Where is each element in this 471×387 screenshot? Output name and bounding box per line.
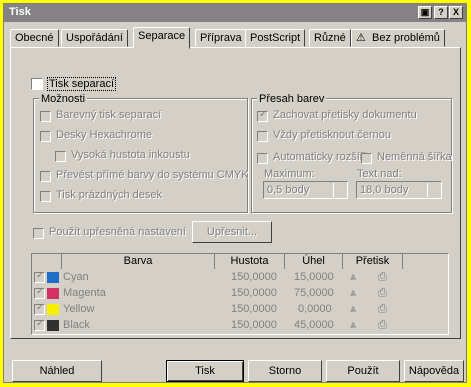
tab-obecne[interactable]: Obecné <box>10 29 59 47</box>
apply-button[interactable]: Použít <box>326 360 400 382</box>
print-empty-plates-checkbox[interactable] <box>40 191 51 202</box>
preserve-overprints-checkbox[interactable] <box>257 109 268 122</box>
window-menu-icon[interactable]: ▣ <box>418 6 432 19</box>
tab-priprava[interactable]: Příprava <box>195 29 247 47</box>
hexachrome-label: Desky Hexachrome <box>56 129 152 141</box>
print-button[interactable]: Tisk <box>166 360 244 382</box>
table-header-angle[interactable]: Úhel <box>285 254 343 269</box>
overprint-fill-icon[interactable]: ⩓ <box>350 303 356 316</box>
cancel-button[interactable]: Storno <box>248 360 322 382</box>
warning-icon: ⚠ <box>356 32 366 44</box>
auto-spread-label: Automaticky rozšířit <box>273 151 369 163</box>
row-name: Black <box>63 319 90 331</box>
overprint-outline-icon[interactable]: ⎙ <box>378 271 387 284</box>
color-separations-label: Barevný tisk separací <box>56 109 162 121</box>
table-row[interactable]: Cyan 150,0000 15,0000 ⩓ ⎙ <box>32 270 448 285</box>
tab-ruzne[interactable]: Různé <box>309 29 351 47</box>
table-row[interactable]: Magenta 150,0000 75,0000 ⩓ ⎙ <box>32 286 448 301</box>
row-checkbox[interactable] <box>34 286 45 299</box>
tab-bez-problemu[interactable]: ⚠ Bez problémů <box>351 29 445 47</box>
row-checkbox[interactable] <box>34 270 45 283</box>
advanced-settings-checkbox[interactable] <box>33 228 44 239</box>
row-density: 150,0000 <box>231 271 277 283</box>
separations-panel: Tisk separací Možnosti Barevný tisk sepa… <box>10 47 461 339</box>
text-over-label: Text nad: <box>357 168 402 180</box>
close-icon[interactable]: X <box>449 6 463 19</box>
preserve-overprints-label: Zachovat přetisky dokumentu <box>273 109 417 121</box>
advanced-button[interactable]: Upřesnit... <box>192 221 272 243</box>
color-swatch <box>47 288 59 299</box>
text-over-spinner[interactable]: 18,0 body <box>356 181 442 199</box>
print-button-label: Tisk <box>195 365 215 377</box>
convert-spot-checkbox[interactable] <box>40 171 51 182</box>
overprint-outline-icon[interactable]: ⎙ <box>378 287 387 300</box>
tab-bez-problemu-label: Bez problémů <box>372 32 440 44</box>
cancel-button-label: Storno <box>268 365 302 377</box>
row-checkbox[interactable] <box>34 318 45 331</box>
row-angle: 45,0000 <box>294 319 334 331</box>
color-swatch <box>47 304 59 315</box>
maximum-value: 0,5 body <box>267 184 310 196</box>
apply-button-label: Použít <box>347 365 379 377</box>
row-density: 150,0000 <box>231 303 277 315</box>
title-bar: Tisk ▣ ? X <box>4 4 466 22</box>
color-swatch <box>47 272 59 283</box>
advanced-settings-label: Použít upřesněná nastavení <box>49 226 186 238</box>
always-overprint-black-checkbox[interactable] <box>257 131 268 142</box>
table-header-color[interactable]: Barva <box>62 254 215 269</box>
row-angle: 15,0000 <box>294 271 334 283</box>
overprint-fill-icon[interactable]: ⩓ <box>350 287 356 300</box>
row-angle: 75,0000 <box>294 287 334 299</box>
table-row[interactable]: Black 150,0000 45,0000 ⩓ ⎙ <box>32 318 448 333</box>
text-over-spin-arrows-icon[interactable] <box>427 183 440 197</box>
print-dialog: Tisk ▣ ? X Obecné Uspořádání Separace Př… <box>3 3 467 383</box>
help-icon[interactable]: ? <box>434 6 448 19</box>
convert-spot-label: Převést přímé barvy do systému CMYK <box>56 169 249 181</box>
options-group-title: Možnosti <box>39 93 88 105</box>
high-density-checkbox[interactable] <box>55 151 66 162</box>
preview-button-label: Náhled <box>39 365 75 377</box>
high-density-label: Vysoká hustota inkoustu <box>71 149 190 161</box>
tab-postscript[interactable]: PostScript <box>245 29 306 47</box>
hexachrome-checkbox[interactable] <box>40 131 51 142</box>
row-density: 150,0000 <box>231 319 277 331</box>
color-swatch <box>47 320 59 331</box>
trapping-group-title: Přesah barev <box>257 93 327 105</box>
table-header-overprint[interactable]: Přetisk <box>343 254 403 269</box>
maximum-spin-arrows-icon[interactable] <box>333 183 346 197</box>
maximum-spinner[interactable]: 0,5 body <box>263 181 348 199</box>
fixed-width-label: Neměnná šířka <box>377 151 452 163</box>
maximum-label: Maximum: <box>264 168 315 180</box>
print-separations-label: Tisk separací <box>47 77 117 91</box>
table-header-density[interactable]: Hustota <box>215 254 285 269</box>
help-button-label: Nápověda <box>408 365 460 377</box>
always-overprint-black-label: Vždy přetisknout černou <box>273 129 392 141</box>
help-button[interactable]: Nápověda <box>404 360 464 382</box>
row-density: 150,0000 <box>231 287 277 299</box>
tab-usporadani[interactable]: Uspořádání <box>61 29 128 47</box>
color-separations-checkbox[interactable] <box>40 111 51 122</box>
separations-table: Barva Hustota Úhel Přetisk Cyan 150,0000… <box>31 253 449 335</box>
overprint-fill-icon[interactable]: ⩓ <box>350 271 356 284</box>
print-empty-plates-label: Tisk prázdných desek <box>56 189 162 201</box>
row-name: Cyan <box>63 271 89 283</box>
row-name: Yellow <box>63 303 95 315</box>
auto-spread-checkbox[interactable] <box>257 153 268 164</box>
fixed-width-checkbox[interactable] <box>361 153 372 164</box>
text-over-value: 18,0 body <box>360 184 409 196</box>
row-name: Magenta <box>63 287 106 299</box>
overprint-outline-icon[interactable]: ⎙ <box>378 303 387 316</box>
window-title: Tisk <box>9 6 31 18</box>
row-angle: 0,0000 <box>298 303 332 315</box>
overprint-fill-icon[interactable]: ⩓ <box>350 319 356 332</box>
print-separations-checkbox[interactable] <box>31 78 43 90</box>
row-checkbox[interactable] <box>34 302 45 315</box>
overprint-outline-icon[interactable]: ⎙ <box>378 319 387 332</box>
table-header-blank <box>32 254 62 269</box>
tab-bar: Obecné Uspořádání Separace Příprava Post… <box>10 27 460 49</box>
preview-button[interactable]: Náhled <box>12 360 102 382</box>
table-row[interactable]: Yellow 150,0000 0,0000 ⩓ ⎙ <box>32 302 448 317</box>
tab-separace[interactable]: Separace <box>133 27 191 49</box>
